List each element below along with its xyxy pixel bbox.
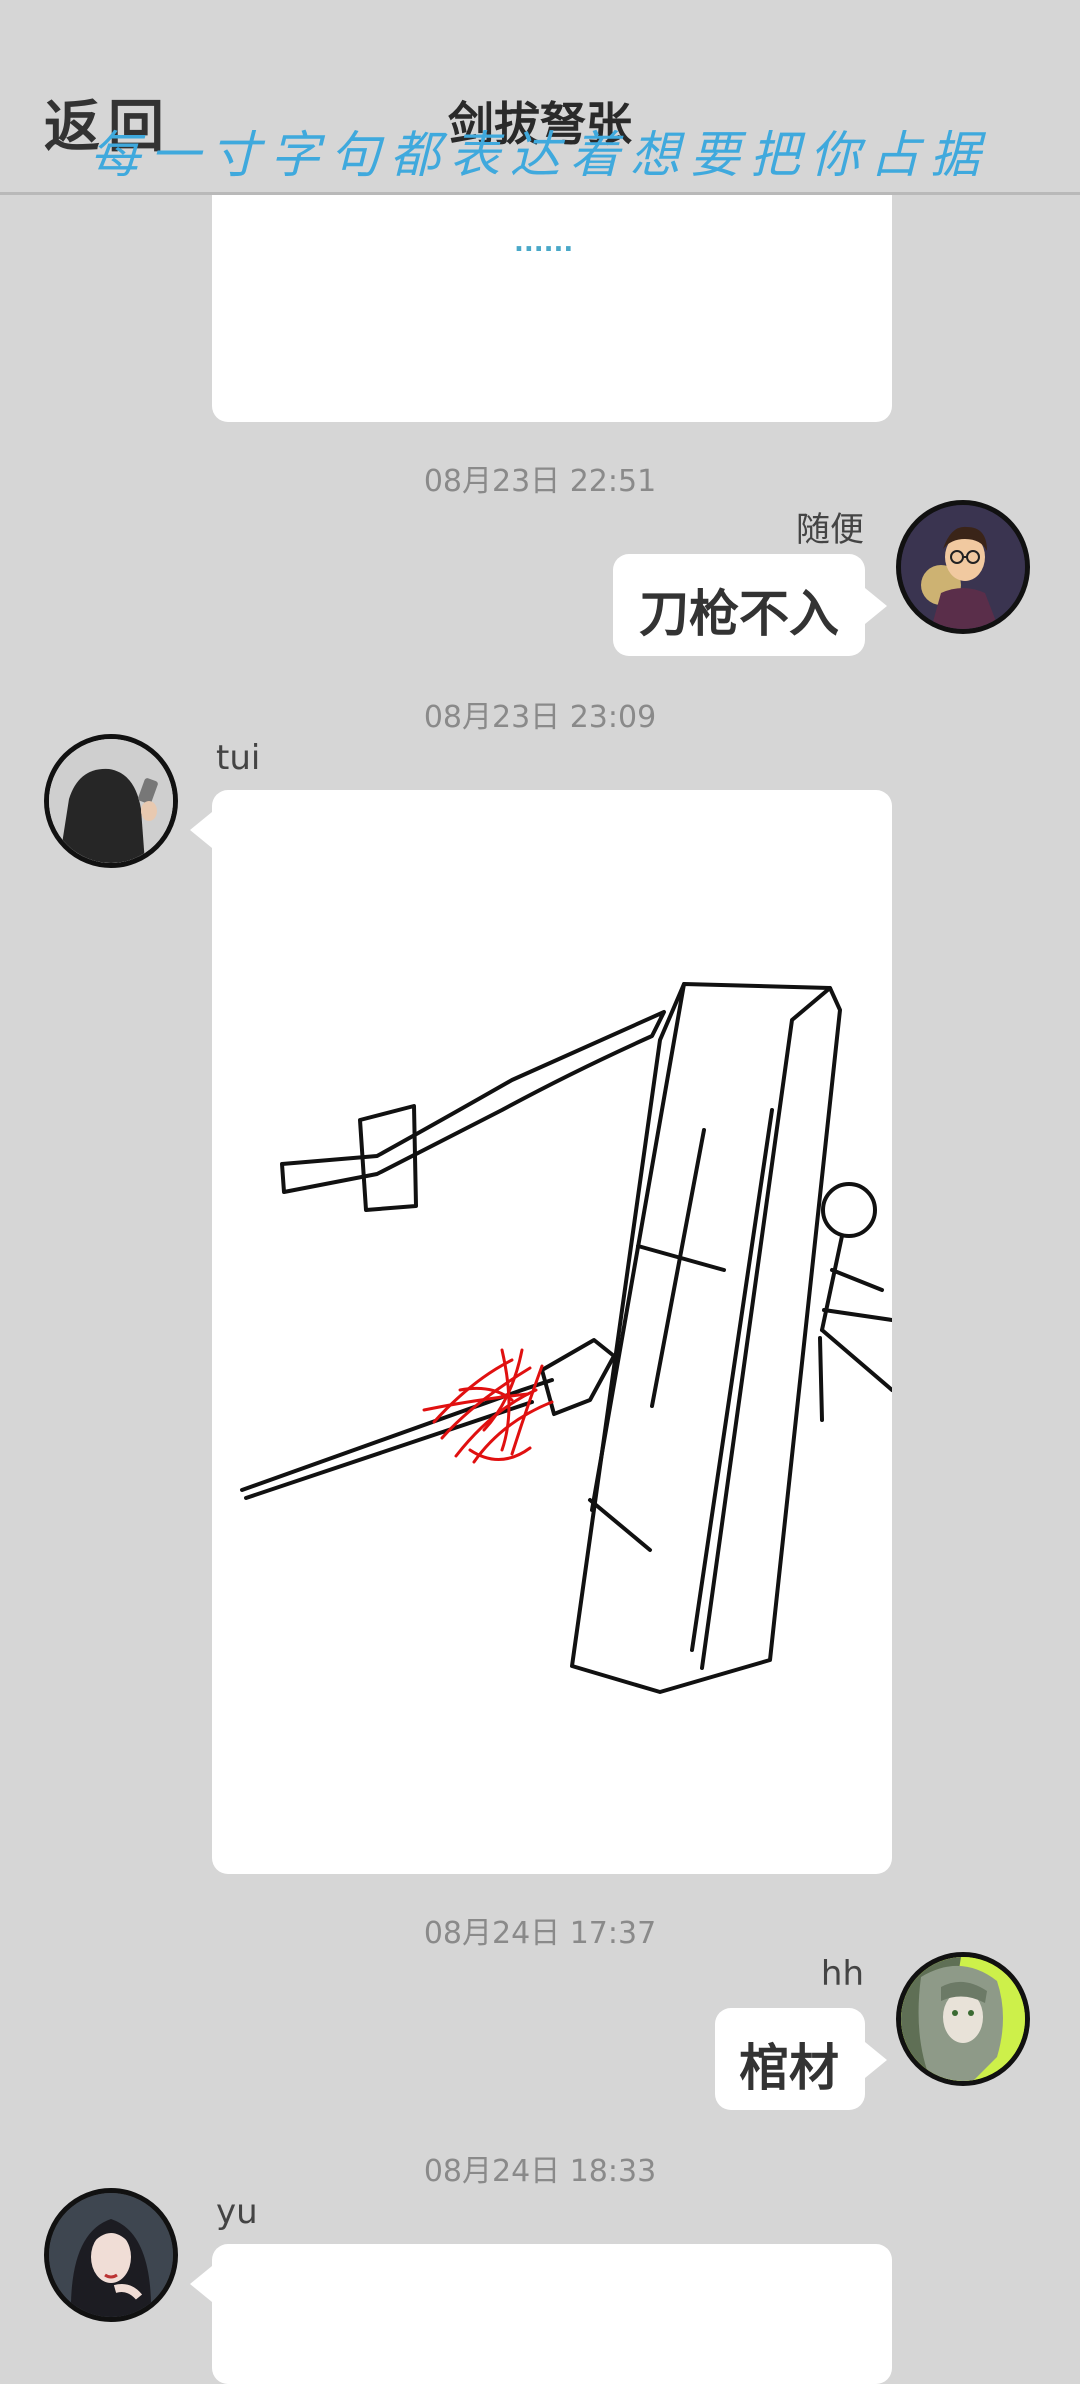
timestamp: 08月23日 22:51 <box>423 464 657 499</box>
hooded-figure-avatar-icon[interactable] <box>44 734 178 868</box>
message-text: 棺材 <box>739 2039 839 2097</box>
message-text: 刀枪不入 <box>639 585 839 643</box>
drawing-message[interactable] <box>190 790 892 1874</box>
message-bubble[interactable]: 刀枪不入 <box>613 554 887 656</box>
timestamp: 08月24日 17:37 <box>423 1916 657 1951</box>
sender-name: hh <box>820 1954 864 1994</box>
dark-haired-woman-avatar-icon[interactable] <box>44 2188 178 2322</box>
timestamp: 08月23日 23:09 <box>423 700 657 735</box>
sword-spear-shield-sketch-icon <box>240 982 892 1694</box>
timestamp: 08月24日 18:33 <box>423 2154 657 2189</box>
message-bubble-partial[interactable] <box>190 2244 892 2384</box>
sender-name: 随便 <box>796 510 864 550</box>
message-bubble[interactable]: 棺材 <box>715 2008 887 2110</box>
sender-name: tui <box>216 738 261 778</box>
green-haired-character-avatar-icon[interactable] <box>896 1952 1030 2086</box>
top-bar: 返回 剑拔弩张 每一寸字句都表达着想要把你占据 <box>0 0 1080 195</box>
sender-name: yu <box>216 2192 258 2232</box>
page-subtitle: 每一寸字句都表达着想要把你占据 <box>90 126 990 184</box>
glasses-man-avatar-icon[interactable] <box>896 500 1030 634</box>
loading-dots: ...... <box>514 228 574 258</box>
